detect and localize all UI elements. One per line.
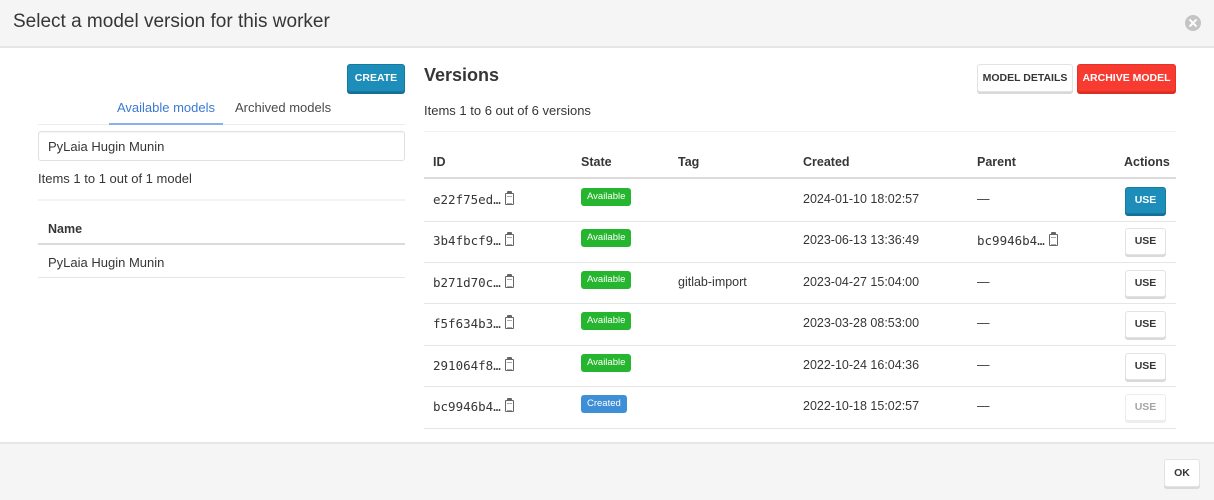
use-version-button[interactable]: USE xyxy=(1125,311,1166,339)
column-state: State xyxy=(581,155,612,169)
state-badge: Available xyxy=(581,270,632,289)
modal-title: Select a model version for this worker xyxy=(13,11,330,32)
clipboard-icon[interactable] xyxy=(504,273,514,288)
version-id-cell: bc9946b4… xyxy=(433,398,514,414)
clipboard-icon[interactable] xyxy=(504,398,514,412)
divider xyxy=(424,131,1176,132)
state-badge: Available xyxy=(581,188,632,206)
versions-table-header: ID State Tag Created Parent Actions xyxy=(424,146,1176,179)
modal-header: Select a model version for this worker xyxy=(0,0,1214,48)
column-name: Name xyxy=(48,222,83,236)
clipboard-icon[interactable] xyxy=(504,232,514,247)
version-row: f5f634b3… Available 2023-03-28 08:53:00 — US… xyxy=(424,304,1176,346)
version-parent: — xyxy=(977,274,990,289)
models-count: Items 1 to 1 out of 1 model xyxy=(38,171,192,186)
column-id: ID xyxy=(433,155,446,169)
version-id: e22f75ed… xyxy=(433,192,501,207)
version-row: 291064f8… Available 2022-10-24 16:04:36 — US… xyxy=(424,346,1176,388)
version-id: 3b4fbcf9… xyxy=(433,233,501,249)
version-created: 2022-10-24 16:04:36 xyxy=(803,357,920,372)
version-parent: — xyxy=(977,192,990,206)
version-parent-cell: — xyxy=(977,399,990,413)
state-badge: Available xyxy=(581,312,632,331)
version-id-cell: 3b4fbcf9… xyxy=(433,232,514,249)
version-parent-cell: bc9946b4… xyxy=(977,232,1058,249)
version-created: 2022-10-18 15:02:57 xyxy=(803,399,920,413)
version-row: e22f75ed… Available 2024-01-10 18:02:57 — US… xyxy=(424,180,1176,222)
clipboard-icon[interactable] xyxy=(504,191,514,205)
version-id: bc9946b4… xyxy=(433,399,501,414)
versions-count: Items 1 to 6 out of 6 versions xyxy=(424,103,591,118)
modal-footer xyxy=(0,442,1214,500)
model-details-button[interactable]: MODEL DETAILS xyxy=(977,64,1073,92)
version-parent-cell: — xyxy=(977,275,990,289)
version-created: 2023-03-28 08:53:00 xyxy=(803,316,920,331)
clipboard-icon[interactable] xyxy=(504,356,514,371)
version-parent: — xyxy=(977,357,990,372)
version-parent-cell: — xyxy=(977,316,990,330)
use-version-button[interactable]: USE xyxy=(1125,269,1166,297)
use-version-button[interactable]: USE xyxy=(1125,352,1166,380)
version-id-cell: b271d70c… xyxy=(433,273,514,290)
column-actions: Actions xyxy=(1124,155,1170,169)
version-id: 291064f8… xyxy=(433,357,501,373)
use-version-button: USE xyxy=(1125,394,1166,421)
version-created: 2023-04-27 15:04:00 xyxy=(803,274,920,289)
version-tag: gitlab-import xyxy=(678,274,747,289)
version-row: bc9946b4… Created 2022-10-18 15:02:57 — USE xyxy=(424,387,1176,429)
archive-model-button[interactable]: ARCHIVE MODEL xyxy=(1077,64,1176,92)
clipboard-icon[interactable] xyxy=(1048,232,1058,247)
version-id: b271d70c… xyxy=(433,274,501,290)
version-created: 2024-01-10 18:02:57 xyxy=(803,192,920,206)
tab-available-models[interactable]: Available models xyxy=(109,100,223,125)
close-icon[interactable] xyxy=(1185,15,1201,31)
state-badge: Available xyxy=(581,353,632,372)
version-row: 3b4fbcf9… Available 2023-06-13 13:36:49 bc9… xyxy=(424,221,1176,263)
state-badge: Available xyxy=(581,229,632,248)
versions-title: Versions xyxy=(424,65,500,85)
version-id-cell: 291064f8… xyxy=(433,356,514,373)
tab-archived-models[interactable]: Archived models xyxy=(235,100,331,125)
models-table-header: Name xyxy=(38,213,405,245)
version-id-cell: e22f75ed… xyxy=(433,191,514,207)
model-tabs: Available models Archived models xyxy=(38,96,405,125)
divider xyxy=(38,199,405,201)
column-tag: Tag xyxy=(678,155,700,169)
version-parent: bc9946b4… xyxy=(977,233,1045,249)
use-version-button[interactable]: USE xyxy=(1125,187,1166,214)
create-button[interactable]: CREATE xyxy=(347,64,405,92)
column-created: Created xyxy=(803,155,850,169)
model-name: PyLaia Hugin Munin xyxy=(48,255,165,270)
ok-button[interactable]: OK xyxy=(1164,459,1200,487)
version-parent-cell: — xyxy=(977,358,990,372)
version-parent-cell: — xyxy=(977,192,990,206)
model-row[interactable]: PyLaia Hugin Munin xyxy=(38,246,405,278)
version-row: b271d70c… Available gitlab-import 2023-04-2… xyxy=(424,263,1176,305)
clipboard-icon[interactable] xyxy=(504,315,514,330)
state-badge: Created xyxy=(581,395,627,413)
version-id-cell: f5f634b3… xyxy=(433,315,514,332)
use-version-button[interactable]: USE xyxy=(1125,228,1166,256)
model-search-input[interactable] xyxy=(38,131,405,161)
version-id: f5f634b3… xyxy=(433,316,501,332)
version-created: 2023-06-13 13:36:49 xyxy=(803,233,920,248)
version-parent: — xyxy=(977,316,990,331)
column-parent: Parent xyxy=(977,155,1016,169)
version-parent: — xyxy=(977,399,990,413)
